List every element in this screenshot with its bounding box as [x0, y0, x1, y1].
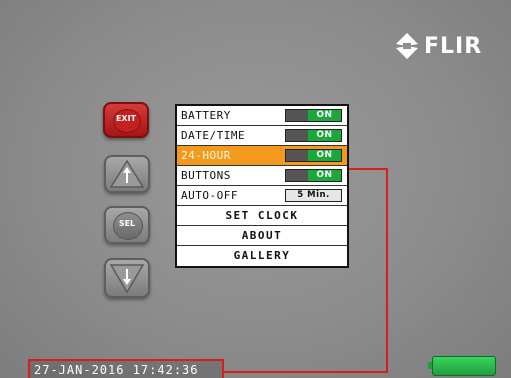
toggle-off-segment	[286, 130, 308, 141]
settings-menu: BATTERY ON DATE/TIME ON 24-HOUR ON BUTTO…	[175, 104, 349, 268]
date-time-toggle[interactable]: ON	[285, 129, 342, 142]
menu-item-label: GALLERY	[233, 249, 291, 262]
camera-screen: FLIR EXIT SEL BATTERY ON DATE/TIME ON 24…	[0, 0, 511, 378]
flir-logo: FLIR	[396, 32, 482, 60]
menu-item-buttons[interactable]: BUTTONS ON	[177, 166, 347, 186]
menu-item-auto-off[interactable]: AUTO-OFF 5 Min.	[177, 186, 347, 206]
menu-item-label: SET CLOCK	[225, 209, 299, 222]
up-button[interactable]	[104, 155, 150, 193]
buttons-toggle[interactable]: ON	[285, 169, 342, 182]
timestamp-display: 27-JAN-2016 17:42:36	[28, 359, 224, 378]
menu-item-gallery[interactable]: GALLERY	[177, 246, 347, 266]
menu-item-label: AUTO-OFF	[181, 189, 238, 202]
battery-toggle[interactable]: ON	[285, 109, 342, 122]
arrow-down-icon	[109, 264, 145, 294]
toggle-state: ON	[308, 110, 341, 121]
menu-item-label: DATE/TIME	[181, 129, 246, 142]
menu-item-label: ABOUT	[241, 229, 283, 242]
callout-line-vertical	[386, 168, 388, 373]
toggle-state: ON	[308, 170, 341, 181]
toggle-state: ON	[308, 130, 341, 141]
toggle-state: ON	[308, 150, 341, 161]
menu-item-battery[interactable]: BATTERY ON	[177, 106, 347, 126]
toggle-off-segment	[286, 170, 308, 181]
flir-diamond-icon	[396, 33, 418, 59]
menu-item-24-hour[interactable]: 24-HOUR ON	[177, 146, 347, 166]
select-button[interactable]: SEL	[104, 206, 150, 244]
24-hour-toggle[interactable]: ON	[285, 149, 342, 162]
callout-line-horizontal-bottom	[222, 371, 388, 373]
exit-button-label: EXIT	[115, 114, 137, 123]
toggle-off-segment	[286, 110, 308, 121]
toggle-off-segment	[286, 150, 308, 161]
menu-item-date-time[interactable]: DATE/TIME ON	[177, 126, 347, 146]
auto-off-value[interactable]: 5 Min.	[285, 189, 342, 202]
arrow-up-icon	[109, 159, 145, 188]
select-button-label: SEL	[118, 219, 136, 228]
timestamp-text: 27-JAN-2016 17:42:36	[34, 363, 199, 377]
menu-item-label: 24-HOUR	[181, 149, 231, 162]
menu-item-label: BATTERY	[181, 109, 231, 122]
exit-button[interactable]: EXIT	[103, 102, 149, 138]
menu-item-label: BUTTONS	[181, 169, 231, 182]
down-button[interactable]	[104, 258, 150, 298]
callout-line-horizontal-top	[349, 168, 388, 170]
menu-item-set-clock[interactable]: SET CLOCK	[177, 206, 347, 226]
battery-icon	[428, 356, 496, 376]
flir-logo-text: FLIR	[424, 33, 483, 59]
menu-item-about[interactable]: ABOUT	[177, 226, 347, 246]
